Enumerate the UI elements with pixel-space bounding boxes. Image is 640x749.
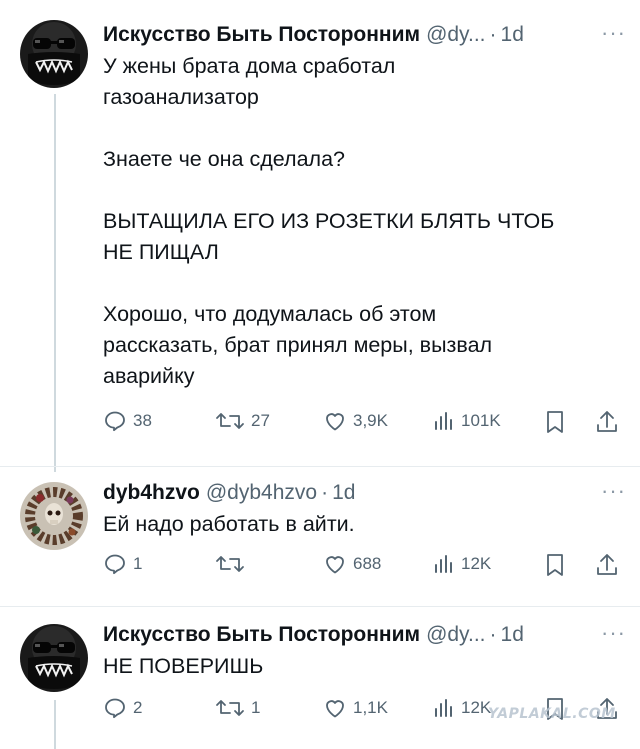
author-name[interactable]: Искусство Быть Посторонним xyxy=(103,622,420,648)
tweet-text: НЕ ПОВЕРИШЬ xyxy=(103,654,264,678)
author-name[interactable]: Искусство Быть Посторонним xyxy=(103,22,420,48)
analytics-icon xyxy=(435,412,452,430)
skull-wreath-avatar-icon xyxy=(20,482,88,550)
retweet-button[interactable]: 27 xyxy=(215,409,270,433)
reply-button[interactable]: 1 xyxy=(103,552,142,576)
views-button[interactable]: 12K xyxy=(433,552,491,576)
tweet-header: Искусство Быть Посторонним @dy... · 1d xyxy=(103,22,626,48)
share-icon xyxy=(597,554,617,575)
tweet-header: dyb4hzvo @dyb4hzvo · 1d xyxy=(103,480,626,506)
author-handle[interactable]: @dyb4hzvo xyxy=(206,480,317,506)
bookmark-icon xyxy=(547,411,563,433)
bookmark-button[interactable] xyxy=(543,409,567,435)
reply-count: 2 xyxy=(133,698,143,717)
heart-icon xyxy=(326,700,344,718)
bookmark-icon xyxy=(547,554,563,576)
avatar[interactable] xyxy=(20,482,88,550)
heart-icon xyxy=(326,556,344,574)
view-count: 12K xyxy=(461,554,492,573)
retweet-count: 27 xyxy=(251,411,270,430)
retweet-icon xyxy=(216,556,244,572)
more-options-button[interactable]: ··· xyxy=(601,20,626,46)
reply-count: 1 xyxy=(133,554,143,573)
reply-icon xyxy=(105,554,125,575)
timestamp[interactable]: 1d xyxy=(332,480,355,506)
author-name[interactable]: dyb4hzvo xyxy=(103,480,200,506)
author-handle[interactable]: @dy... xyxy=(426,622,485,648)
analytics-icon xyxy=(435,555,452,573)
like-count: 688 xyxy=(353,554,382,573)
retweet-button[interactable]: 1 xyxy=(215,696,260,720)
like-button[interactable]: 1,1K xyxy=(323,696,388,720)
more-options-button[interactable]: ··· xyxy=(601,478,626,504)
avatar[interactable] xyxy=(20,624,88,692)
view-count: 101K xyxy=(461,411,501,430)
action-bar: 38 27 3,9K 101K xyxy=(103,409,626,441)
timestamp[interactable]: 1d xyxy=(501,622,524,648)
share-button[interactable] xyxy=(595,552,619,578)
heart-icon xyxy=(326,413,344,431)
tweet-text: Ей надо работать в айти. xyxy=(103,512,355,536)
separator-dot: · xyxy=(321,481,329,504)
reply-icon xyxy=(105,698,125,719)
tweet-1[interactable]: Искусство Быть Посторонним @dy... · 1d ·… xyxy=(0,0,640,470)
timestamp[interactable]: 1d xyxy=(501,22,524,48)
retweet-button[interactable] xyxy=(215,552,251,576)
site-watermark: YAPLAKAL.COM xyxy=(488,706,616,722)
views-button[interactable]: 12K xyxy=(433,696,491,720)
author-handle[interactable]: @dy... xyxy=(426,22,485,48)
separator-dot: · xyxy=(489,23,497,46)
view-count: 12K xyxy=(461,698,492,717)
reply-count: 38 xyxy=(133,411,152,430)
masked-face-avatar-icon xyxy=(20,624,88,692)
divider xyxy=(0,606,640,607)
like-count: 1,1K xyxy=(353,698,388,717)
like-count: 3,9K xyxy=(353,411,388,430)
like-button[interactable]: 688 xyxy=(323,552,381,576)
retweet-icon xyxy=(216,413,244,429)
retweet-icon xyxy=(216,700,244,716)
analytics-icon xyxy=(435,699,452,717)
more-options-button[interactable]: ··· xyxy=(601,620,626,646)
masked-face-avatar-icon xyxy=(20,20,88,88)
retweet-count: 1 xyxy=(251,698,261,717)
separator-dot: · xyxy=(489,623,497,646)
share-icon xyxy=(597,411,617,432)
reply-button[interactable]: 38 xyxy=(103,409,152,433)
reply-button[interactable]: 2 xyxy=(103,696,142,720)
tweet-3[interactable]: Искусство Быть Посторонним @dy... · 1d ·… xyxy=(0,610,640,749)
share-button[interactable] xyxy=(595,409,619,435)
tweet-header: Искусство Быть Посторонним @dy... · 1d xyxy=(103,622,626,648)
tweet-text: У жены брата дома сработал газоанализато… xyxy=(103,54,555,388)
avatar[interactable] xyxy=(20,20,88,88)
reply-icon xyxy=(105,411,125,432)
action-bar: 1 688 12K xyxy=(103,552,626,584)
like-button[interactable]: 3,9K xyxy=(323,409,388,433)
views-button[interactable]: 101K xyxy=(433,409,501,433)
tweet-2[interactable]: dyb4hzvo @dyb4hzvo · 1d ··· Ей надо рабо… xyxy=(0,470,640,610)
divider xyxy=(0,466,640,467)
bookmark-button[interactable] xyxy=(543,552,567,578)
